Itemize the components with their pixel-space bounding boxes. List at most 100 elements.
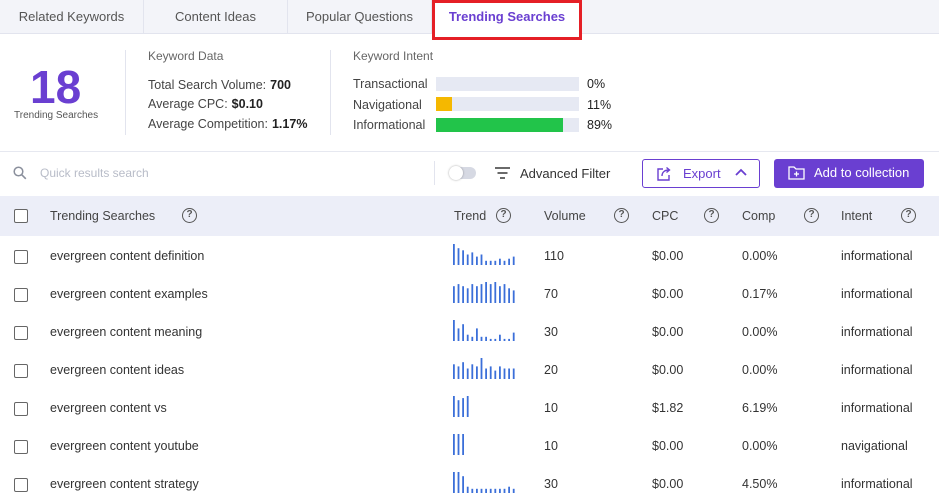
trend-bar [476,286,478,303]
cpc-cell: $0.00 [652,249,684,263]
trend-bar [476,256,478,265]
trend-bar [494,370,497,379]
keyword-cell[interactable]: evergreen content examples [50,287,208,301]
trend-bar [453,320,455,341]
export-button[interactable]: Export [642,159,760,188]
select-all-checkbox[interactable] [14,209,28,223]
trend-bar [494,260,497,265]
add-to-collection-button[interactable]: Add to collection [774,159,924,188]
average-cpc-label: Average CPC: [148,97,228,111]
trend-bar [485,368,487,379]
help-icon[interactable]: ? [182,208,197,223]
intent-transactional-pct: 0% [587,77,606,91]
comp-cell: 0.00% [742,439,778,453]
keyword-cell[interactable]: evergreen content meaning [50,325,202,339]
intent-navigational-label: Navigational [353,98,422,112]
trend-bar [508,288,510,303]
keyword-cell[interactable]: evergreen content youtube [50,439,199,453]
trend-bar [471,284,474,303]
volume-cell: 110 [544,249,564,263]
table-row[interactable]: evergreen content definition 110 $0.00 0.00… [0,237,939,275]
intent-informational-fill [436,118,564,132]
help-icon[interactable]: ? [704,208,719,223]
keyword-cell[interactable]: evergreen content strategy [50,477,199,491]
advanced-filter-label[interactable]: Advanced Filter [520,166,610,181]
row-checkbox[interactable] [14,250,28,264]
cpc-cell: $0.00 [652,477,684,491]
trend-bar [466,396,469,417]
row-checkbox[interactable] [14,364,28,378]
divider [434,161,435,185]
comp-cell: 4.50% [742,477,778,491]
volume-cell: 10 [544,439,558,453]
tab-popular-questions[interactable]: Popular Questions [288,0,432,34]
trending-count-label: Trending Searches [14,110,99,121]
add-to-collection-label: Add to collection [814,165,910,180]
trend-bar [466,368,469,379]
help-icon[interactable]: ? [496,208,511,223]
trend-bar [480,284,483,303]
tab-trending-searches[interactable]: Trending Searches [432,0,582,34]
help-icon[interactable]: ? [901,208,916,223]
trend-bar [466,486,469,493]
header-cpc[interactable]: CPC [652,209,678,223]
quick-search-input[interactable] [40,163,420,183]
keyword-cell[interactable]: evergreen content definition [50,249,204,263]
trend-bar [453,472,455,493]
trend-bar [499,366,501,379]
header-intent[interactable]: Intent [841,209,872,223]
table-row[interactable]: evergreen content examples 70 $0.00 0.17% in… [0,275,939,313]
intent-cell: informational [841,325,913,339]
header-comp[interactable]: Comp [742,209,775,223]
trend-bar [494,338,497,341]
trend-bar [457,284,460,303]
help-icon[interactable]: ? [614,208,629,223]
trend-bar [480,336,483,341]
table-row[interactable]: evergreen content vs 10 $1.82 6.19% informat… [0,389,939,427]
average-competition-label: Average Competition: [148,117,268,131]
trend-sparkline [453,358,515,379]
tab-related-keywords[interactable]: Related Keywords [0,0,144,34]
table-row[interactable]: evergreen content ideas 20 $0.00 0.00% infor… [0,351,939,389]
table-row[interactable]: evergreen content meaning 30 $0.00 0.00% inf… [0,313,939,351]
trend-bar [462,434,464,455]
tab-content-ideas[interactable]: Content Ideas [144,0,288,34]
header-trending-searches[interactable]: Trending Searches [50,209,155,223]
trend-bar [508,338,510,341]
table-header: Trending Searches ? Trend ? Volume ? CPC… [0,196,939,236]
header-volume[interactable]: Volume [544,209,586,223]
comp-cell: 6.19% [742,401,778,415]
search-icon [13,166,27,180]
row-checkbox[interactable] [14,478,28,492]
keyword-cell[interactable]: evergreen content ideas [50,363,184,377]
trend-bar [485,488,487,493]
row-checkbox[interactable] [14,288,28,302]
intent-navigational-fill [436,97,452,111]
volume-cell: 20 [544,363,558,377]
row-checkbox[interactable] [14,326,28,340]
advanced-filter-toggle[interactable] [449,166,476,180]
trend-bar [471,488,474,493]
average-competition-row: Average Competition: 1.17% [148,117,307,131]
row-checkbox[interactable] [14,402,28,416]
trend-bar [457,328,460,341]
trend-bar [457,472,460,493]
keyword-cell[interactable]: evergreen content vs [50,401,167,415]
trend-bar [462,324,464,341]
table-row[interactable]: evergreen content youtube 10 $0.00 0.00% nav… [0,427,939,465]
table-row[interactable]: evergreen content strategy 30 $0.00 4.50% in… [0,465,939,499]
intent-cell: informational [841,363,913,377]
trend-bar [476,328,478,341]
divider [0,151,939,152]
trend-bar [503,368,506,379]
row-checkbox[interactable] [14,440,28,454]
trend-bar [512,488,515,493]
keyword-intent-title: Keyword Intent [353,49,434,63]
intent-cell: navigational [841,439,908,453]
trend-sparkline [453,396,469,417]
help-icon[interactable]: ? [804,208,819,223]
trend-sparkline [453,320,515,341]
header-trend[interactable]: Trend [454,209,486,223]
trend-bar [499,286,501,303]
trend-bar [453,244,455,265]
